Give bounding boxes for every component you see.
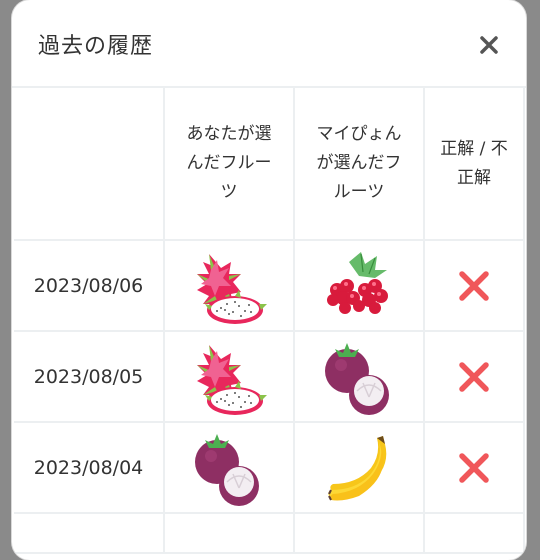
row-result	[423, 330, 525, 423]
dragon-fruit-icon	[189, 246, 269, 326]
history-table: あなたが選んだフルーツ マイぴょんが選んだフルーツ 正解 / 不正解 2023/…	[14, 88, 525, 554]
row-your-fruit	[163, 512, 295, 554]
table-row	[14, 512, 525, 554]
close-icon	[480, 36, 498, 54]
table-header-row: あなたが選んだフルーツ マイぴょんが選んだフルーツ 正解 / 不正解	[14, 88, 525, 241]
table-row: 2023/08/04	[14, 421, 525, 514]
header-date	[14, 88, 165, 241]
incorrect-x-icon	[454, 448, 494, 488]
row-result	[423, 421, 525, 514]
row-your-fruit	[163, 421, 295, 514]
row-date: 2023/08/05	[14, 330, 165, 423]
header-your-fruit: あなたが選んだフルーツ	[163, 88, 295, 241]
table-row: 2023/08/05	[14, 330, 525, 423]
row-your-fruit	[163, 239, 295, 332]
mangosteen-icon	[189, 428, 269, 508]
header-mypyon-fruit: マイぴょんが選んだフルーツ	[293, 88, 425, 241]
close-button[interactable]	[474, 30, 504, 60]
banana-icon	[319, 428, 399, 508]
row-date: 2023/08/04	[14, 421, 165, 514]
row-mypyon-fruit	[293, 239, 425, 332]
dragon-fruit-icon	[189, 337, 269, 417]
modal-header: 過去の履歴	[12, 0, 526, 88]
row-result	[423, 512, 525, 554]
row-mypyon-fruit	[293, 421, 425, 514]
table-row: 2023/08/06	[14, 239, 525, 332]
header-result: 正解 / 不正解	[423, 88, 525, 241]
row-date: 2023/08/06	[14, 239, 165, 332]
incorrect-x-icon	[454, 357, 494, 397]
row-date	[14, 512, 165, 554]
modal-title: 過去の履歴	[38, 34, 154, 59]
row-result	[423, 239, 525, 332]
row-your-fruit	[163, 330, 295, 423]
row-mypyon-fruit	[293, 330, 425, 423]
history-modal: 過去の履歴 あなたが選んだフルーツ マイぴょんが選んだフルーツ 正解 / 不正解…	[12, 0, 526, 560]
incorrect-x-icon	[454, 266, 494, 306]
raspberry-icon	[319, 246, 399, 326]
row-mypyon-fruit	[293, 512, 425, 554]
mangosteen-icon	[319, 337, 399, 417]
